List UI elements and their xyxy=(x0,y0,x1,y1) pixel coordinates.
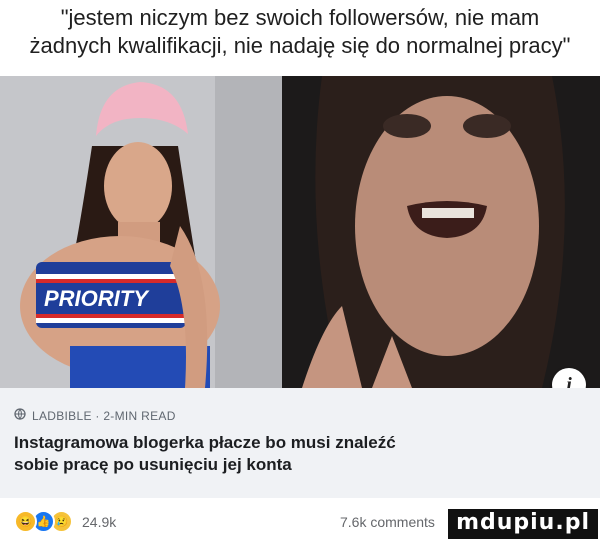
influencer-photo: PRIORITY xyxy=(0,76,282,388)
link-card-meta[interactable]: LADBIBLE · 2-MIN READ Instagramowa bloge… xyxy=(0,388,600,498)
caption-line-1: "jestem niczym bez swoich followersów, n… xyxy=(60,5,540,30)
source-row: LADBIBLE · 2-MIN READ xyxy=(14,408,176,423)
caption-line-2: żadnych kwalifikacji, nie nadaję się do … xyxy=(29,33,571,58)
headline-line-1: Instagramowa blogerka płacze bo musi zna… xyxy=(14,433,396,452)
crying-photo xyxy=(282,76,600,388)
engagement-bar: 😆 👍 😢 24.9k 7.6k comments mdupiu.pl xyxy=(0,500,600,543)
meme-caption: "jestem niczym bez swoich followersów, n… xyxy=(0,0,600,75)
shirt-text: PRIORITY xyxy=(44,286,150,311)
reaction-count[interactable]: 24.9k xyxy=(82,514,116,530)
source-label: LADBIBLE · 2-MIN READ xyxy=(32,408,176,423)
globe-icon xyxy=(14,408,26,423)
comment-count[interactable]: 7.6k comments xyxy=(340,514,435,530)
article-headline[interactable]: Instagramowa blogerka płacze bo musi zna… xyxy=(14,432,574,476)
link-preview-image[interactable]: PRIORITY i xyxy=(0,76,600,402)
headline-line-2: sobie pracę po usunięciu jej konta xyxy=(14,455,292,474)
crying-illustration xyxy=(282,76,600,388)
site-watermark: mdupiu.pl xyxy=(448,509,598,539)
haha-reaction-icon: 😆 xyxy=(14,510,37,533)
influencer-illustration: PRIORITY xyxy=(0,76,282,388)
reactions-cluster[interactable]: 😆 👍 😢 xyxy=(14,510,73,533)
